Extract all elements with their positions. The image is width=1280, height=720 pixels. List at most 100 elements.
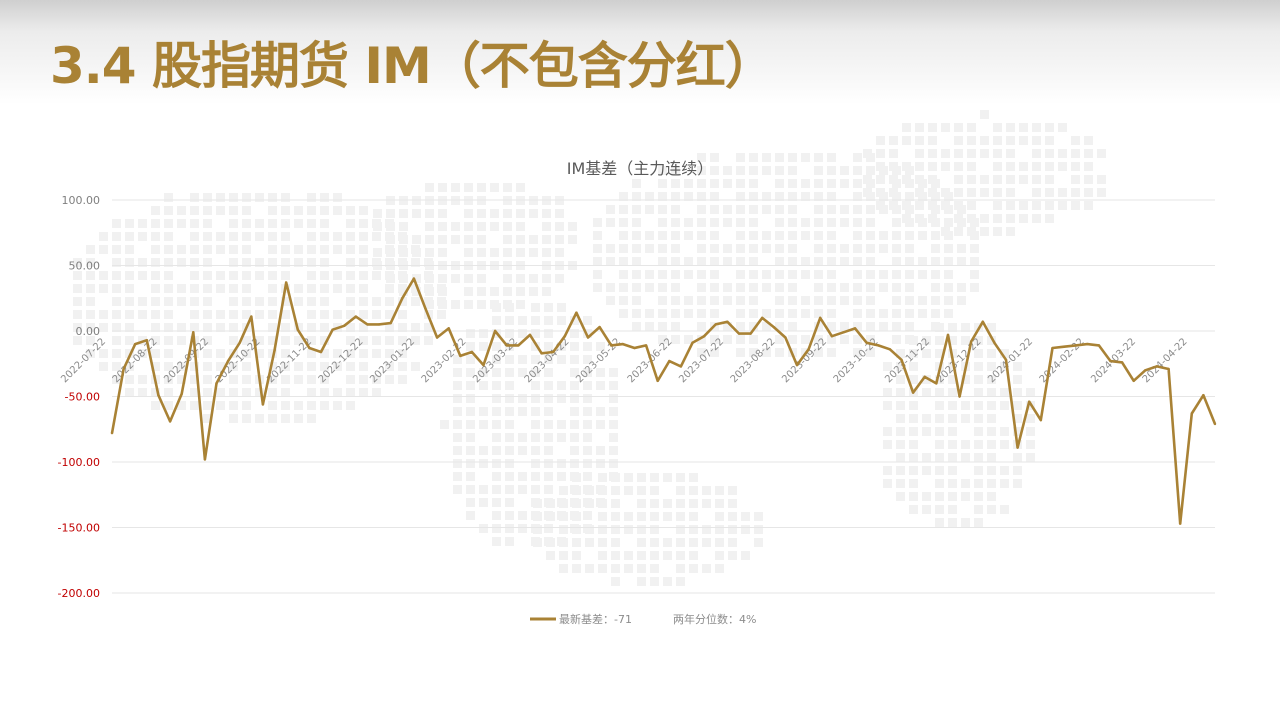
map-dot (516, 274, 525, 283)
map-dot (736, 270, 745, 279)
map-dot (611, 538, 620, 547)
map-dot (492, 524, 501, 533)
data-point (668, 359, 671, 363)
data-point (842, 331, 845, 334)
map-dot (555, 248, 564, 257)
map-dot (492, 446, 501, 455)
map-dot (980, 214, 989, 223)
map-dot (1019, 136, 1028, 145)
map-dot (1006, 188, 1015, 197)
map-dot (412, 235, 421, 244)
map-dot (359, 219, 368, 228)
map-dot (1026, 388, 1035, 397)
map-dot (993, 162, 1002, 171)
map-dot (749, 283, 758, 292)
map-dot (650, 538, 659, 547)
map-dot (902, 214, 911, 223)
map-dot (559, 551, 568, 560)
map-dot (1013, 479, 1022, 488)
map-dot (138, 271, 147, 280)
map-dot (529, 287, 538, 296)
map-dot (710, 309, 719, 318)
map-dot (533, 499, 542, 508)
map-dot (909, 492, 918, 501)
map-dot (974, 466, 983, 475)
map-dot (1000, 466, 1009, 475)
map-dot (242, 297, 251, 306)
map-dot (980, 110, 989, 119)
map-dot (762, 270, 771, 279)
map-dot (516, 235, 525, 244)
map-dot (557, 420, 566, 429)
data-point (1178, 522, 1182, 525)
map-dot (892, 296, 901, 305)
map-dot (294, 401, 303, 410)
map-dot (125, 232, 134, 241)
map-dot (728, 499, 737, 508)
map-dot (876, 188, 885, 197)
map-dot (164, 336, 173, 345)
data-point (331, 328, 334, 331)
data-point (168, 420, 172, 423)
map-dot (736, 179, 745, 188)
map-dot (944, 296, 953, 305)
data-point (981, 320, 984, 324)
data-point (412, 277, 416, 280)
map-dot (611, 473, 620, 482)
map-dot (987, 492, 996, 501)
map-dot (775, 205, 784, 214)
map-dot (728, 512, 737, 521)
map-dot (944, 283, 953, 292)
map-dot (736, 166, 745, 175)
map-dot (1032, 162, 1041, 171)
map-dot (658, 309, 667, 318)
map-dot (876, 162, 885, 171)
data-point (145, 338, 149, 342)
map-dot (905, 309, 914, 318)
y-tick-label: -200.00 (58, 587, 100, 600)
map-dot (896, 388, 905, 397)
map-dot (723, 166, 732, 175)
map-dot (931, 309, 940, 318)
map-dot (814, 244, 823, 253)
data-point (586, 336, 590, 339)
data-point (935, 382, 938, 385)
legend[interactable]: 最新基差：-71 两年分位数：4% (530, 612, 756, 626)
map-dot (544, 303, 553, 312)
map-dot (242, 375, 251, 384)
map-dot (909, 440, 918, 449)
map-dot (814, 218, 823, 227)
map-dot (645, 205, 654, 214)
map-dot (974, 375, 983, 384)
data-point (284, 281, 288, 284)
map-dot (492, 303, 501, 312)
map-dot (229, 401, 238, 410)
map-dot (1097, 175, 1106, 184)
map-dot (542, 248, 551, 257)
map-dot (892, 231, 901, 240)
map-dot (840, 166, 849, 175)
map-dot (546, 512, 555, 521)
data-point (482, 363, 485, 367)
map-dot (619, 296, 628, 305)
data-point (1190, 412, 1193, 415)
map-dot (464, 222, 473, 231)
map-dot (663, 577, 672, 586)
map-dot (866, 309, 875, 318)
map-dot (788, 218, 797, 227)
map-dot (151, 219, 160, 228)
map-dot (399, 222, 408, 231)
map-dot (697, 179, 706, 188)
map-dot (542, 235, 551, 244)
map-dot (1000, 427, 1009, 436)
map-dot (788, 205, 797, 214)
map-dot (697, 257, 706, 266)
map-dot (492, 407, 501, 416)
map-dot (896, 414, 905, 423)
map-dot (164, 349, 173, 358)
data-point (865, 341, 868, 344)
map-dot (190, 401, 199, 410)
map-dot (464, 235, 473, 244)
map-dot (99, 310, 108, 319)
map-dot (892, 335, 901, 344)
